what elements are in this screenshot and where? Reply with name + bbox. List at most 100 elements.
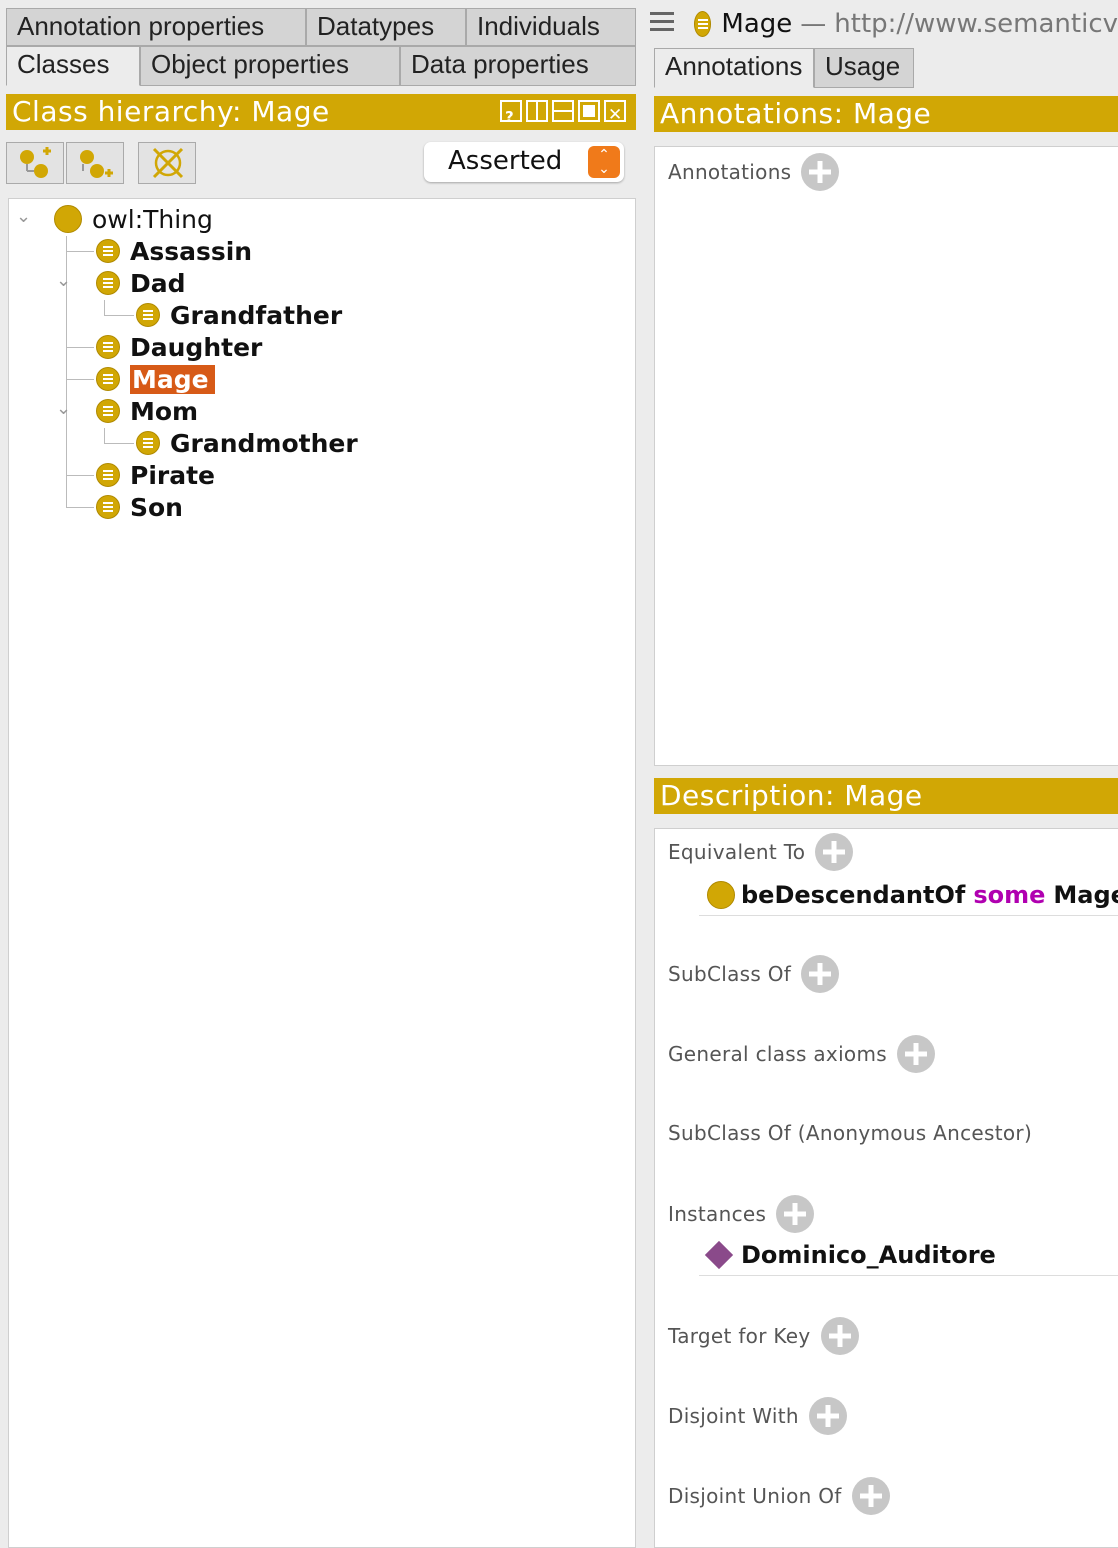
annotations-section: Annotations bbox=[668, 153, 840, 191]
class-icon bbox=[96, 495, 120, 519]
menu-icon[interactable] bbox=[650, 12, 674, 34]
add-disjoint-button[interactable] bbox=[808, 1397, 847, 1435]
tab-individuals[interactable]: Individuals bbox=[466, 8, 636, 46]
individual-icon bbox=[704, 1240, 734, 1270]
equivalent-expression-row[interactable]: beDescendantOf some Mage bbox=[699, 875, 1118, 916]
split-vertical-icon[interactable] bbox=[526, 100, 548, 122]
add-disjoint-union-button[interactable] bbox=[851, 1477, 890, 1515]
instances-label: Instances bbox=[668, 1202, 767, 1226]
tree-item-dad[interactable]: Dad bbox=[96, 267, 186, 299]
tree-item-label: Daughter bbox=[130, 332, 263, 362]
tree-item-label: Mage bbox=[130, 364, 215, 394]
instance-value: Dominico_Auditore bbox=[741, 1241, 996, 1269]
tree-item-pirate[interactable]: Pirate bbox=[96, 459, 215, 491]
add-instance-button[interactable] bbox=[776, 1195, 815, 1233]
instances-section: Instances bbox=[668, 1195, 815, 1233]
tree-item-label: owl:Thing bbox=[92, 204, 213, 234]
entity-separator: — bbox=[800, 9, 827, 39]
tree-item-label: Grandmother bbox=[170, 428, 358, 458]
tree-line bbox=[66, 379, 94, 380]
description-header: Description: Mage bbox=[654, 778, 1118, 814]
disjoint-union-section: Disjoint Union Of bbox=[668, 1477, 890, 1515]
select-arrows-icon: ⌃ ⌄ bbox=[588, 146, 620, 178]
tree-line bbox=[104, 315, 134, 316]
tab-datatypes[interactable]: Datatypes bbox=[306, 8, 466, 46]
general-axioms-section: General class axioms bbox=[668, 1035, 935, 1073]
add-general-axiom-button[interactable] bbox=[896, 1035, 935, 1073]
class-icon bbox=[96, 367, 120, 391]
tree-line bbox=[66, 251, 94, 252]
tab-object-properties[interactable]: Object properties bbox=[140, 46, 400, 86]
class-icon bbox=[694, 11, 712, 37]
disjoint-union-label: Disjoint Union Of bbox=[668, 1484, 842, 1508]
tree-item-daughter[interactable]: Daughter bbox=[96, 331, 262, 363]
tree-item-son[interactable]: Son bbox=[96, 491, 183, 523]
class-icon bbox=[96, 335, 120, 359]
chevron-down-icon[interactable]: ⌄ bbox=[56, 398, 71, 419]
disjoint-with-label: Disjoint With bbox=[668, 1404, 799, 1428]
target-for-key-label: Target for Key bbox=[668, 1324, 811, 1348]
class-icon bbox=[96, 463, 120, 487]
tree-item-mage-selected[interactable]: Mage bbox=[96, 363, 215, 395]
tree-item-grandfather[interactable]: Grandfather bbox=[136, 299, 342, 331]
tree-item-mom[interactable]: Mom bbox=[96, 395, 198, 427]
subclass-of-label: SubClass Of bbox=[668, 962, 792, 986]
add-sibling-button[interactable] bbox=[66, 142, 124, 184]
tab-annotations[interactable]: Annotations bbox=[654, 48, 814, 88]
chevron-down-icon[interactable]: ⌄ bbox=[16, 206, 31, 227]
delete-class-icon bbox=[152, 147, 184, 179]
delete-class-button[interactable] bbox=[138, 142, 196, 184]
chevron-down-icon[interactable]: ⌄ bbox=[56, 270, 71, 291]
class-icon bbox=[136, 303, 160, 327]
float-icon[interactable] bbox=[578, 100, 600, 122]
tab-classes[interactable]: Classes bbox=[6, 46, 140, 86]
annotations-label: Annotations bbox=[668, 160, 792, 184]
help-icon[interactable]: ? bbox=[500, 100, 522, 126]
add-key-button[interactable] bbox=[820, 1317, 859, 1355]
tree-item-label: Dad bbox=[130, 268, 186, 298]
expr-property: beDescendantOf bbox=[741, 881, 966, 909]
class-hierarchy-header: Class hierarchy: Mage ? ✕ bbox=[6, 94, 636, 130]
annotations-header: Annotations: Mage bbox=[654, 96, 1118, 132]
target-for-key-section: Target for Key bbox=[668, 1317, 859, 1355]
class-icon bbox=[96, 399, 120, 423]
tree-item-label: Son bbox=[130, 492, 183, 522]
entity-name: Mage bbox=[721, 9, 793, 39]
tab-annotation-properties[interactable]: Annotation properties bbox=[6, 8, 306, 46]
tab-data-properties[interactable]: Data properties bbox=[400, 46, 636, 86]
equivalent-to-label: Equivalent To bbox=[668, 840, 806, 864]
class-hierarchy-title: Class hierarchy: Mage bbox=[12, 95, 330, 128]
tree-item-grandmother[interactable]: Grandmother bbox=[136, 427, 358, 459]
add-subclass-icon bbox=[20, 147, 51, 178]
equivalent-to-section: Equivalent To bbox=[668, 833, 854, 871]
class-icon bbox=[96, 271, 120, 295]
subclass-anon-label: SubClass Of (Anonymous Ancestor) bbox=[668, 1121, 1033, 1145]
view-controls: ? ✕ bbox=[500, 100, 626, 126]
tree-item-assassin[interactable]: Assassin bbox=[96, 235, 252, 267]
tab-usage[interactable]: Usage bbox=[814, 48, 914, 88]
hierarchy-mode-select[interactable]: Asserted ⌃ ⌄ bbox=[424, 142, 624, 182]
annotations-panel: Annotations bbox=[654, 146, 1118, 766]
owl-thing-icon bbox=[54, 205, 82, 233]
tree-line bbox=[66, 475, 94, 476]
add-annotation-button[interactable] bbox=[801, 153, 840, 191]
tree-item-label: Mom bbox=[130, 396, 199, 426]
tree-item-owl-thing[interactable]: owl:Thing bbox=[54, 203, 213, 235]
entity-header: Mage — http://www.semanticv bbox=[694, 6, 1118, 42]
tree-item-label: Grandfather bbox=[170, 300, 343, 330]
expr-keyword: some bbox=[973, 881, 1046, 909]
class-expression-icon bbox=[707, 881, 735, 909]
disjoint-with-section: Disjoint With bbox=[668, 1397, 847, 1435]
add-sibling-icon bbox=[80, 150, 113, 178]
subclass-of-section: SubClass Of bbox=[668, 955, 840, 993]
split-horizontal-icon[interactable] bbox=[552, 100, 574, 122]
tree-line bbox=[104, 443, 134, 444]
instance-row[interactable]: Dominico_Auditore bbox=[699, 1235, 1118, 1276]
close-icon[interactable]: ✕ bbox=[604, 100, 626, 125]
description-panel: Equivalent To beDescendantOf some Mage S… bbox=[654, 828, 1118, 1548]
add-subclass-button[interactable] bbox=[6, 142, 64, 184]
add-subclass-of-button[interactable] bbox=[801, 955, 840, 993]
add-equivalent-button[interactable] bbox=[815, 833, 854, 871]
tree-item-label: Assassin bbox=[130, 236, 253, 266]
tree-line bbox=[104, 300, 105, 316]
